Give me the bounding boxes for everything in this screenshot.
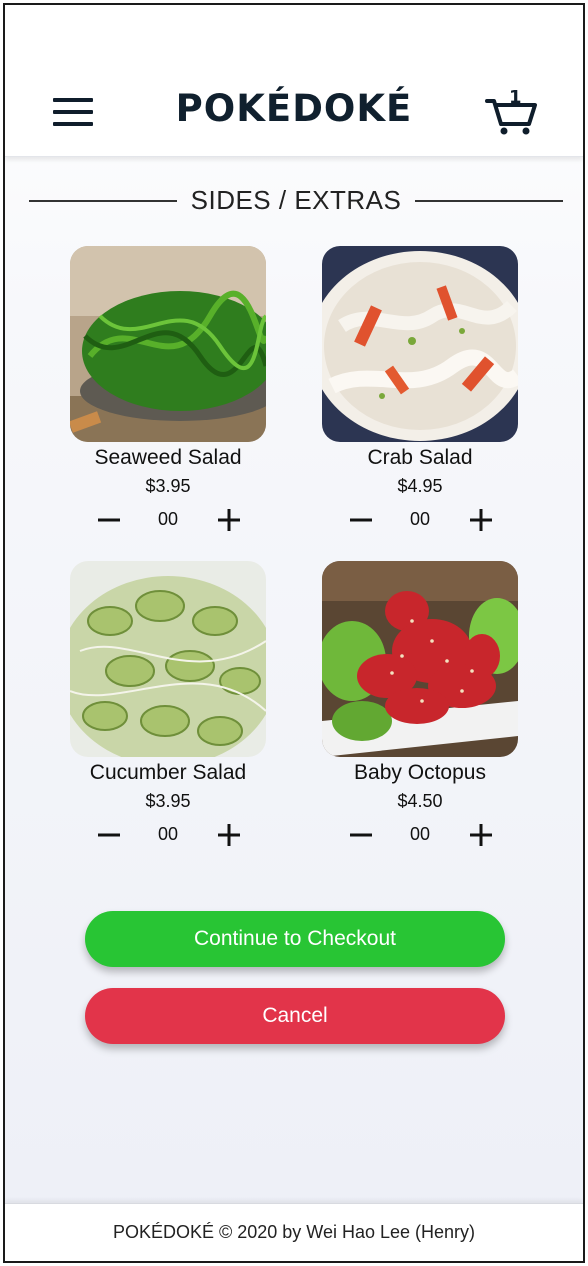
plus-icon[interactable]	[214, 820, 244, 850]
item-name: Crab Salad	[367, 446, 473, 469]
item-name: Seaweed Salad	[94, 446, 242, 469]
crab-salad-image[interactable]	[322, 246, 518, 442]
cucumber-salad-image[interactable]	[70, 561, 266, 757]
quantity-stepper: 00	[322, 503, 518, 537]
quantity-value: 00	[409, 509, 431, 529]
heading-divider-right	[415, 200, 563, 202]
minus-icon[interactable]	[346, 505, 376, 535]
cart-count-badge: 1	[509, 87, 522, 108]
quantity-stepper: 00	[322, 818, 518, 852]
quantity-stepper: 00	[70, 818, 266, 852]
plus-icon[interactable]	[466, 505, 496, 535]
item-price: $4.50	[397, 791, 443, 811]
item-name: Cucumber Salad	[89, 761, 247, 784]
item-name: Baby Octopus	[354, 761, 486, 784]
app-frame: POKÉDOKÉ 1 SIDES / EXTRAS Seaweed Salad …	[3, 3, 585, 1263]
baby-octopus-image[interactable]	[322, 561, 518, 757]
seaweed-salad-image[interactable]	[70, 246, 266, 442]
continue-to-checkout-button[interactable]: Continue to Checkout	[85, 911, 505, 967]
plus-icon[interactable]	[466, 820, 496, 850]
item-price: $3.95	[145, 476, 191, 496]
app-header: POKÉDOKÉ 1	[5, 5, 583, 157]
minus-icon[interactable]	[94, 820, 124, 850]
item-price: $3.95	[145, 791, 191, 811]
menu-item-baby-octopus: Baby Octopus $4.50 00	[322, 561, 518, 852]
quantity-stepper: 00	[70, 503, 266, 537]
section-heading: SIDES / EXTRAS	[29, 183, 563, 217]
minus-icon[interactable]	[346, 820, 376, 850]
cancel-button[interactable]: Cancel	[85, 988, 505, 1044]
menu-item-crab-salad: Crab Salad $4.95 00	[322, 246, 518, 537]
footer-copyright: POKÉDOKÉ © 2020 by Wei Hao Lee (Henry)	[112, 1222, 476, 1242]
quantity-value: 00	[157, 509, 179, 529]
quantity-value: 00	[157, 824, 179, 844]
plus-icon[interactable]	[214, 505, 244, 535]
minus-icon[interactable]	[94, 505, 124, 535]
item-price: $4.95	[397, 476, 443, 496]
menu-item-seaweed-salad: Seaweed Salad $3.95 00	[70, 246, 266, 537]
footer: POKÉDOKÉ © 2020 by Wei Hao Lee (Henry)	[5, 1203, 583, 1261]
menu-item-cucumber-salad: Cucumber Salad $3.95 00	[70, 561, 266, 852]
shopping-cart-icon[interactable]: 1	[483, 87, 539, 137]
quantity-value: 00	[409, 824, 431, 844]
